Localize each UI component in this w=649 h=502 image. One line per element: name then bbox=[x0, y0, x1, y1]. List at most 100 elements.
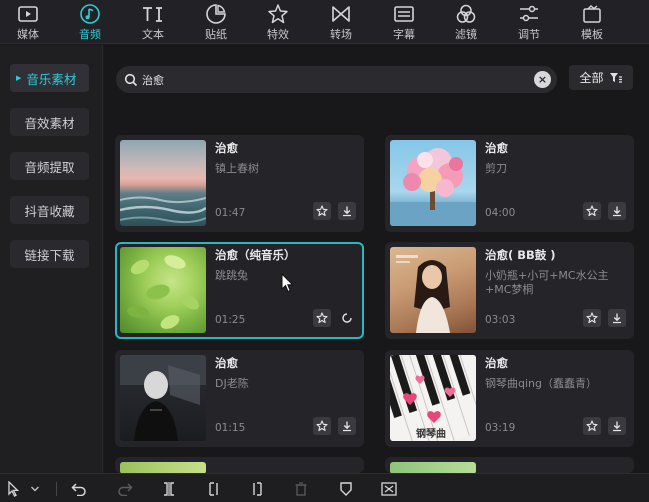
split-icon[interactable] bbox=[160, 481, 178, 497]
track-card-selected[interactable]: 治愈（纯音乐） 跳跳兔 01:25 bbox=[115, 242, 364, 339]
tool-adjust-label: 调节 bbox=[518, 28, 540, 41]
track-artist: 镇上春树 bbox=[215, 162, 259, 175]
track-artist: 剪刀 bbox=[485, 162, 507, 175]
delete-icon[interactable] bbox=[292, 481, 310, 497]
sidebar-item-link-download[interactable]: 链接下载 bbox=[10, 240, 89, 268]
sidebar-item-music[interactable]: ▶ 音乐素材 bbox=[10, 64, 89, 92]
tool-audio[interactable]: 音频 bbox=[62, 0, 118, 44]
tool-transition-label: 转场 bbox=[330, 28, 352, 41]
tool-text-label: 文本 bbox=[142, 28, 164, 41]
tool-filter[interactable]: 滤镜 bbox=[438, 0, 494, 44]
tool-template-label: 模板 bbox=[581, 28, 603, 41]
sidebar-item-audio-extract[interactable]: 音频提取 bbox=[10, 152, 89, 180]
track-thumbnail-partial bbox=[120, 462, 206, 473]
download-icon[interactable] bbox=[608, 202, 626, 220]
track-title: 治愈 bbox=[215, 356, 238, 370]
sidebar-item-label: 抖音收藏 bbox=[24, 203, 75, 219]
tool-subtitle-label: 字幕 bbox=[393, 28, 415, 41]
track-card[interactable]: 治愈 镇上春树 01:47 bbox=[115, 135, 364, 232]
track-artist: 钢琴曲qing（蠢蠢青） bbox=[485, 377, 597, 390]
favorite-star-icon[interactable] bbox=[583, 417, 601, 435]
track-thumbnail-girl-portrait bbox=[390, 247, 476, 333]
girl-portrait-graphic bbox=[396, 255, 450, 333]
track-artist: DJ老陈 bbox=[215, 377, 249, 390]
favorite-star-icon[interactable] bbox=[583, 202, 601, 220]
tool-effects-label: 特效 bbox=[267, 28, 289, 41]
tool-subtitle[interactable]: 字幕 bbox=[376, 0, 432, 44]
transition-icon bbox=[329, 3, 353, 25]
clear-search-icon[interactable]: × bbox=[534, 71, 551, 88]
tool-text[interactable]: 文本 bbox=[125, 0, 181, 44]
search-bar: × bbox=[116, 66, 557, 93]
tool-filter-label: 滤镜 bbox=[455, 28, 477, 41]
track-card-partial[interactable] bbox=[115, 457, 364, 473]
marker-shield-icon[interactable] bbox=[337, 481, 355, 497]
active-triangle-icon: ▶ bbox=[16, 74, 22, 82]
download-icon[interactable] bbox=[338, 417, 356, 435]
undo-icon[interactable] bbox=[70, 481, 88, 497]
tool-adjust[interactable]: 调节 bbox=[501, 0, 557, 44]
track-card-partial[interactable] bbox=[385, 457, 634, 473]
track-thumbnail-masked-man bbox=[120, 355, 206, 441]
tool-transition[interactable]: 转场 bbox=[313, 0, 369, 44]
audio-category-sidebar: ▶ 音乐素材 音效素材 音频提取 抖音收藏 链接下载 bbox=[0, 45, 103, 473]
redo-icon[interactable] bbox=[116, 481, 134, 497]
track-duration: 01:47 bbox=[215, 207, 246, 219]
tool-sticker[interactable]: 贴纸 bbox=[188, 0, 244, 44]
track-card[interactable]: 治愈( BB鼓 ) 小奶瓶+小可+MC水公主+MC梦桐 03:03 bbox=[385, 242, 634, 339]
sea-waves-graphic bbox=[120, 196, 206, 224]
track-thumbnail-flower-tree bbox=[390, 140, 476, 226]
track-duration: 01:15 bbox=[215, 422, 246, 434]
track-title: 治愈 bbox=[485, 141, 508, 155]
text-icon bbox=[141, 3, 165, 25]
trim-right-icon[interactable] bbox=[248, 481, 266, 497]
download-icon[interactable] bbox=[608, 417, 626, 435]
track-thumbnail-sea-sunset bbox=[120, 140, 206, 226]
favorite-star-icon[interactable] bbox=[313, 202, 331, 220]
track-artist: 小奶瓶+小可+MC水公主+MC梦桐 bbox=[485, 269, 609, 296]
filter-funnel-icon bbox=[609, 72, 622, 83]
track-title: 治愈（纯音乐） bbox=[215, 248, 296, 262]
download-icon[interactable] bbox=[608, 309, 626, 327]
chevron-down-icon[interactable] bbox=[29, 481, 41, 497]
track-title: 治愈 bbox=[215, 141, 238, 155]
flower-tree-graphic bbox=[390, 148, 476, 226]
piano-thumbnail-caption: 钢琴曲 bbox=[416, 429, 446, 440]
favorite-star-icon[interactable] bbox=[313, 309, 331, 327]
sidebar-item-sound-effects[interactable]: 音效素材 bbox=[10, 108, 89, 136]
track-duration: 04:00 bbox=[485, 207, 516, 219]
favorite-star-icon[interactable] bbox=[313, 417, 331, 435]
audio-icon bbox=[78, 3, 102, 25]
media-icon bbox=[16, 3, 40, 25]
track-thumbnail-partial bbox=[390, 462, 476, 473]
track-duration: 03:19 bbox=[485, 422, 516, 434]
filter-dropdown[interactable]: 全部 bbox=[569, 65, 633, 90]
tool-media[interactable]: 媒体 bbox=[0, 0, 56, 44]
loading-spinner-icon bbox=[338, 309, 356, 327]
crop-frame-icon[interactable] bbox=[380, 481, 398, 497]
track-thumbnail-piano-hearts: 钢琴曲 bbox=[390, 355, 476, 441]
tool-effects[interactable]: 特效 bbox=[250, 0, 306, 44]
download-icon[interactable] bbox=[338, 202, 356, 220]
sidebar-item-douyin-favorites[interactable]: 抖音收藏 bbox=[10, 196, 89, 224]
tool-template[interactable]: 模板 bbox=[564, 0, 620, 44]
music-library-panel: × 全部 治愈 镇上春树 01:47 治愈 剪刀 04:00 bbox=[104, 45, 649, 473]
search-icon bbox=[124, 73, 138, 86]
track-title: 治愈( BB鼓 ) bbox=[485, 248, 556, 262]
tool-media-label: 媒体 bbox=[17, 28, 39, 41]
favorite-star-icon[interactable] bbox=[583, 309, 601, 327]
track-duration: 03:03 bbox=[485, 314, 516, 326]
select-pointer-icon[interactable] bbox=[5, 481, 23, 497]
search-input[interactable] bbox=[142, 73, 532, 86]
trim-left-icon[interactable] bbox=[205, 481, 223, 497]
tool-sticker-label: 贴纸 bbox=[205, 28, 227, 41]
track-card[interactable]: 钢琴曲 治愈 钢琴曲qing（蠢蠢青） 03:19 bbox=[385, 350, 634, 447]
sidebar-item-label: 链接下载 bbox=[24, 247, 75, 263]
sidebar-item-label: 音频提取 bbox=[24, 159, 75, 175]
track-card[interactable]: 治愈 剪刀 04:00 bbox=[385, 135, 634, 232]
sticker-icon bbox=[204, 3, 228, 25]
sidebar-item-label: 音效素材 bbox=[24, 115, 75, 131]
timeline-toolbar bbox=[0, 473, 649, 502]
filter-icon bbox=[454, 3, 478, 25]
track-card[interactable]: 治愈 DJ老陈 01:15 bbox=[115, 350, 364, 447]
